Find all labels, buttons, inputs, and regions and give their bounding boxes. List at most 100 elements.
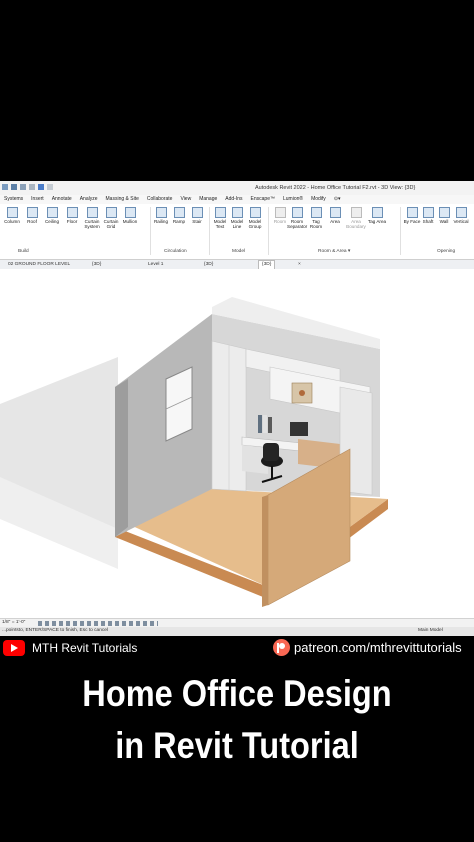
quick-access-toolbar (2, 184, 53, 190)
undo-icon[interactable] (20, 184, 26, 190)
model-line-icon (231, 207, 243, 218)
vertical-opening-icon (455, 207, 467, 218)
tool-label: Model Text (213, 219, 227, 229)
tool-mullion[interactable]: Mullion (120, 207, 140, 224)
tool-label: Wall (439, 219, 449, 224)
model-view[interactable] (0, 269, 474, 614)
scale-label[interactable]: 1/8" = 1'-0" (2, 620, 25, 625)
stair-icon (191, 207, 203, 218)
book (263, 415, 267, 433)
headline-line-2: in Revit Tutorial (115, 725, 359, 766)
tool-label: Column (4, 219, 20, 224)
tool-label: Room (273, 219, 287, 224)
tool-curtain-grid[interactable]: Curtain Grid (101, 207, 121, 229)
tool-label: Vertical (453, 219, 469, 224)
column-icon (6, 207, 18, 218)
close-icon[interactable]: × (298, 262, 301, 267)
office-chair-back (263, 443, 279, 461)
tool-tag-room[interactable]: Tag Room (306, 207, 326, 229)
monitor (290, 422, 308, 436)
ribbon-tab[interactable]: Insert (27, 195, 48, 204)
tool-curtain-system[interactable]: Curtain System (82, 207, 102, 229)
tool-area-boundary[interactable]: Area Boundary (346, 207, 366, 229)
ribbon-tab[interactable]: Analyze (76, 195, 102, 204)
tool-model-line[interactable]: Model Line (227, 207, 247, 229)
ribbon-tab[interactable]: View (176, 195, 195, 204)
tool-stair[interactable]: Stair (187, 207, 207, 224)
tab-ground-floor[interactable]: 02 GROUND FLOOR LEVEL (8, 262, 70, 267)
ribbon-tab[interactable]: Collaborate (143, 195, 177, 204)
ribbon-tabs: Systems Insert Annotate Analyze Massing & Si… (0, 195, 474, 204)
open-icon[interactable] (2, 184, 8, 190)
ribbon-tab[interactable]: Massing & Site (102, 195, 143, 204)
dropdown-icon[interactable] (47, 184, 53, 190)
text-icon[interactable] (29, 184, 35, 190)
ribbon-tab[interactable]: Annotate (48, 195, 76, 204)
curtain-system-icon (86, 207, 98, 218)
ribbon-tab[interactable]: Manage (195, 195, 221, 204)
model-group-icon (249, 207, 261, 218)
tool-model-group[interactable]: Model Group (245, 207, 265, 229)
title-bar: Autodesk Revit 2022 - Home Office Tutori… (0, 181, 474, 196)
tag-room-icon (310, 207, 322, 218)
tool-label: Curtain Grid (103, 219, 119, 229)
tool-label: Roof (27, 219, 37, 224)
tab-level-1[interactable]: Level 1 (148, 262, 163, 267)
tool-ceiling[interactable]: Ceiling (42, 207, 62, 224)
revit-screenshot: Autodesk Revit 2022 - Home Office Tutori… (0, 181, 474, 636)
tool-label: Room Separator (287, 219, 308, 229)
tool-roof[interactable]: Roof (22, 207, 42, 224)
mullion-icon (124, 207, 136, 218)
tool-room-separator[interactable]: Room Separator (287, 207, 307, 229)
save-icon[interactable] (11, 184, 17, 190)
status-prompt: ...pointsto, ENTER/SPACE to finish, Esc … (2, 628, 109, 633)
channel-name: MTH Revit Tutorials (32, 641, 138, 655)
ribbon-tab[interactable]: Add-Ins (221, 195, 246, 204)
railing-icon (155, 207, 167, 218)
ribbon-tab[interactable]: Enscape™ (247, 195, 279, 204)
ribbon-tab[interactable]: Modify (307, 195, 330, 204)
shaft-icon (422, 207, 434, 218)
panel-room-area-label: Room & Area ▾ (318, 249, 351, 254)
divider (400, 207, 401, 255)
video-headline: Home Office Design in Revit Tutorial (28, 668, 445, 772)
panel-circulation-label: Circulation (164, 249, 187, 254)
tool-column[interactable]: Column (2, 207, 22, 224)
tool-floor[interactable]: Floor (62, 207, 82, 224)
tool-label: Area (330, 219, 340, 224)
panel-opening-label: Opening (437, 249, 456, 254)
wall-opening-icon (438, 207, 450, 218)
tool-railing[interactable]: Railing (151, 207, 171, 224)
status-bar: ...pointsto, ENTER/SPACE to finish, Esc … (0, 627, 474, 636)
window (165, 366, 193, 442)
tool-label: Curtain System (84, 219, 100, 229)
tool-label: Ramp (172, 219, 186, 224)
patreon-icon (273, 639, 290, 656)
active-model[interactable]: Main Model (418, 628, 443, 633)
view-control-icons[interactable] (38, 621, 158, 626)
window-title: Autodesk Revit 2022 - Home Office Tutori… (255, 185, 416, 191)
tool-label: Model Line (230, 219, 244, 229)
ceiling-icon (46, 207, 58, 218)
branding-bar: MTH Revit Tutorials patreon.com/mthrevit… (0, 637, 474, 659)
room-separator-icon (291, 207, 303, 218)
tool-area[interactable]: Area (325, 207, 345, 224)
tag-area-icon (371, 207, 383, 218)
ribbon-tab[interactable]: Systems (0, 195, 27, 204)
tab-3d-2[interactable]: {3D} (204, 262, 213, 267)
tool-vertical-opening[interactable]: Vertical (451, 207, 471, 224)
area-icon (329, 207, 341, 218)
tool-label: Floor (66, 219, 78, 224)
patreon-url: patreon.com/mthrevittutorials (294, 640, 462, 655)
ribbon-tab[interactable]: ⊙▾ (330, 195, 345, 204)
ribbon-tab[interactable]: Lumion® (279, 195, 307, 204)
tool-tag-area[interactable]: Tag Area (367, 207, 387, 224)
tool-ramp[interactable]: Ramp (169, 207, 189, 224)
tool-label: Area Boundary (346, 219, 366, 229)
tool-label: Stair (192, 219, 202, 224)
youtube-icon (3, 640, 25, 656)
tab-3d-1[interactable]: {3D} (92, 262, 101, 267)
tool-label: Tag Area (367, 219, 387, 224)
home-office-3d-model (0, 297, 388, 607)
sync-icon[interactable] (38, 184, 44, 190)
